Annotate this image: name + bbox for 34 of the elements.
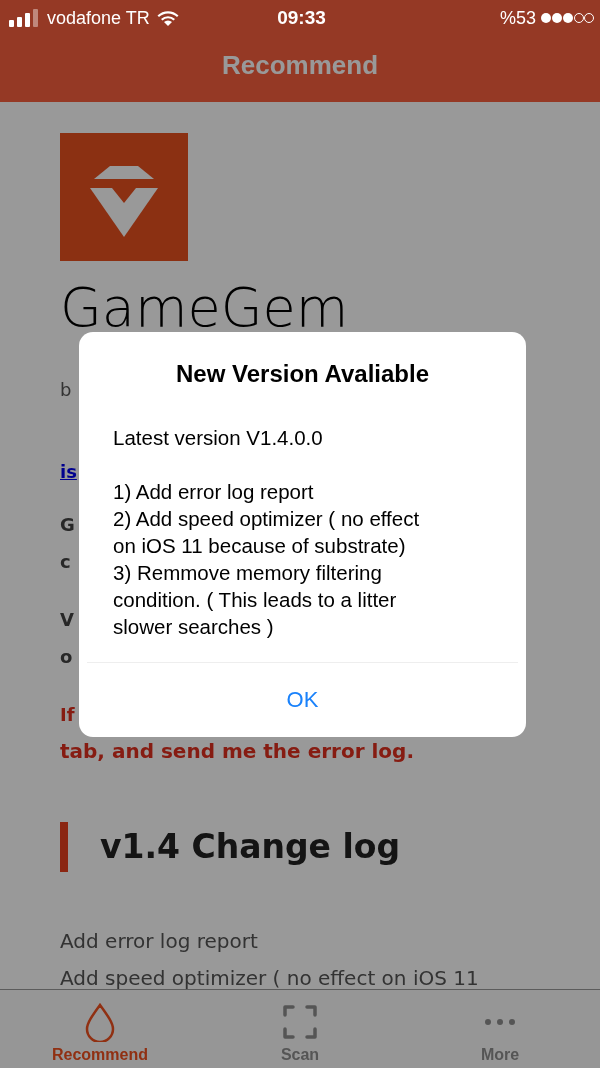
carrier-name: vodafone TR [47,7,150,29]
changelog-line: condition. ( This leads to a litter [113,587,397,613]
changelog-line: slower searches ) [113,614,274,640]
battery-percent: %53 [500,7,536,29]
byline-text: b [60,378,72,402]
tab-item[interactable]: Scan [200,990,400,1068]
nav-title: Recommend [221,49,378,81]
paragraph-text: o [60,645,73,669]
more-dots-icon [485,1019,515,1025]
changelog-line: 1) Add error log report [113,479,314,505]
paragraph-text: c [60,550,71,574]
change-item: Add error log report [60,928,258,955]
change-item: Add speed optimizer ( no effect on iOS 11 [60,965,479,989]
ok-button[interactable]: OK [79,663,526,737]
paragraph-text: G [60,513,75,537]
tab-item[interactable]: Recommend [0,990,200,1068]
dialog-title: New Version Avaliable [176,359,429,389]
signal-dots-icon [540,12,594,24]
clock-time: 09:33 [277,7,326,29]
link[interactable]: is [60,453,77,490]
scan-frame-icon [282,1002,318,1042]
warning-text: If [60,703,75,727]
heading-accent-bar [60,821,68,872]
version-text: Latest version V1.4.0.0 [113,425,323,451]
paragraph-text: V [60,608,74,632]
changelog-line: on iOS 11 because of substrate) [113,533,406,559]
cellular-signal-icon [9,9,41,27]
app-name: GameGem [60,279,349,337]
section-heading: v1.4 Change log [100,826,401,868]
changelog-line: 2) Add speed optimizer ( no effect [113,506,420,532]
warning-text: tab, and send me the error log. [60,738,414,765]
changelog-line: 3) Remmove memory filtering [113,560,382,586]
wifi-icon [155,9,180,27]
tab-item[interactable]: More [400,990,600,1068]
